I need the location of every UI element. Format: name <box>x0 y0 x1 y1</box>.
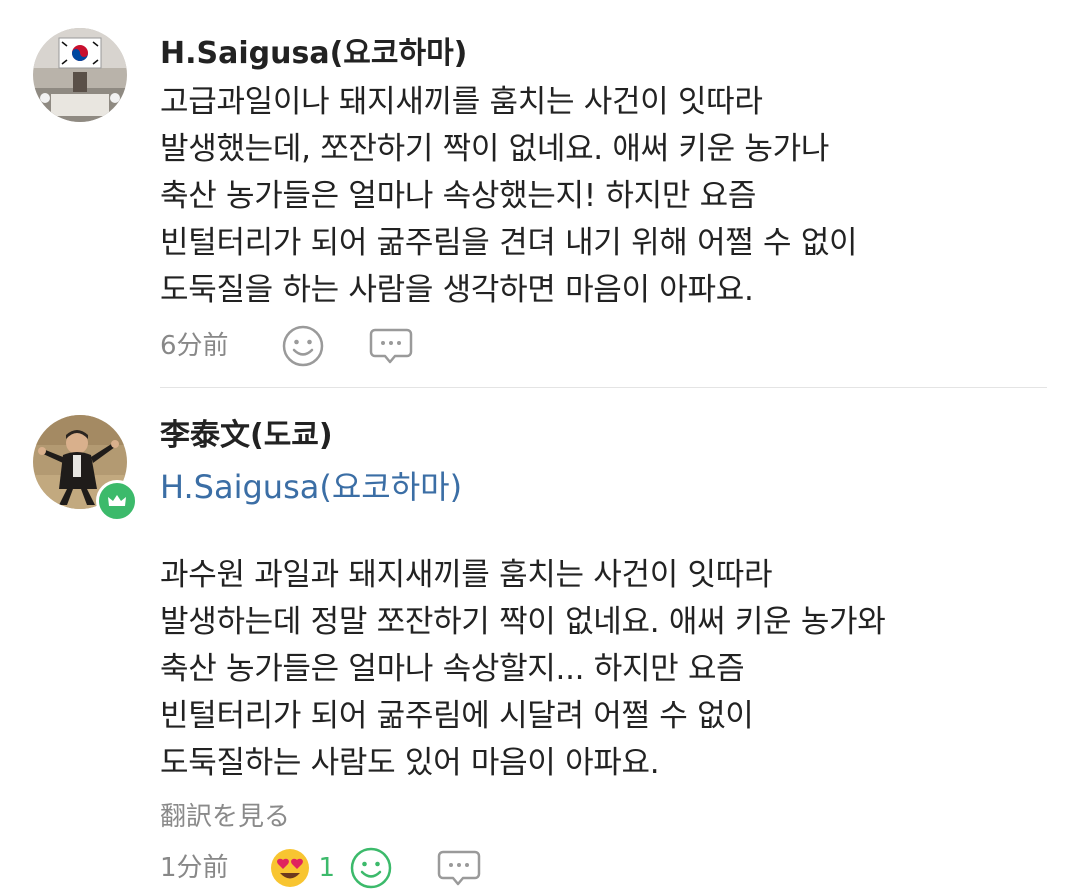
comment-actions: 1分前 1 <box>160 846 481 890</box>
avatar[interactable] <box>33 28 127 122</box>
reply-bubble-icon[interactable] <box>369 326 413 366</box>
comment-actions: 6分前 <box>160 324 413 368</box>
reply-bubble-icon[interactable] <box>437 848 481 888</box>
reply-to-mention[interactable]: H.Saigusa(요코하마) <box>160 468 462 506</box>
author-name[interactable]: 李泰文(도쿄) <box>160 418 333 454</box>
timestamp: 6分前 <box>160 331 229 361</box>
timestamp: 1分前 <box>160 853 229 883</box>
smile-icon[interactable] <box>349 846 393 890</box>
heart-eyes-emoji-icon[interactable] <box>269 847 311 889</box>
comment-text: 고급과일이나 돼지새끼를 훔치는 사건이 잇따라 발생했는데, 쪼잔하기 짝이 … <box>160 84 858 308</box>
divider <box>160 387 1047 388</box>
translate-link[interactable]: 翻訳を見る <box>160 800 290 834</box>
avatar-image <box>33 28 127 122</box>
smile-icon[interactable] <box>281 324 325 368</box>
comment-text: 과수원 과일과 돼지새끼를 훔치는 사건이 잇따라 발생하는데 정말 쪼잔하기 … <box>160 557 886 781</box>
author-name[interactable]: H.Saigusa(요코하마) <box>160 36 467 72</box>
crown-icon <box>96 480 138 522</box>
reaction-count: 1 <box>318 853 336 883</box>
